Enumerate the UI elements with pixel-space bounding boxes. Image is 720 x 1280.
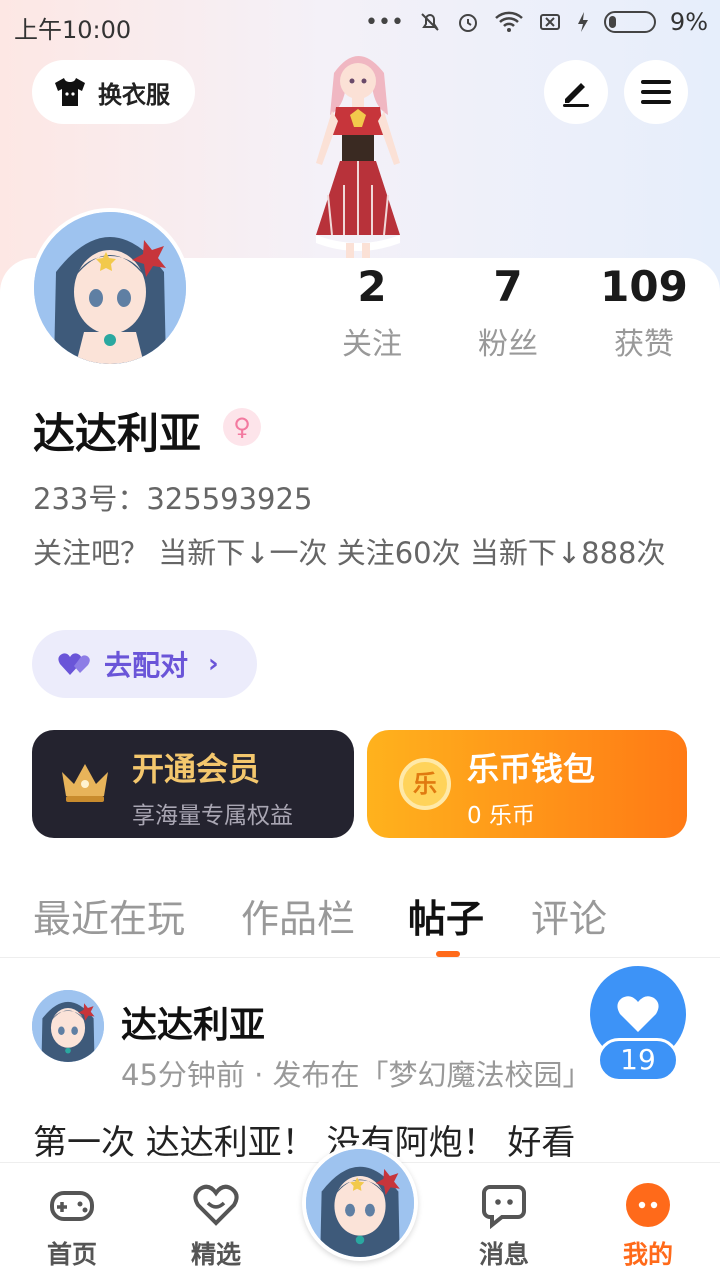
charging-icon xyxy=(577,12,588,32)
match-label: 去配对 xyxy=(104,649,189,682)
no-sim-icon xyxy=(539,14,560,30)
stat-likes-label: 获赞 xyxy=(614,327,674,362)
nav-messages[interactable]: 消息 xyxy=(454,1163,554,1280)
nav-messages-label: 消息 xyxy=(478,1240,529,1269)
wallet-card[interactable]: 乐 乐币钱包 0 乐币 xyxy=(367,730,687,838)
stat-likes-count: 109 xyxy=(600,262,688,311)
nav-me-label: 我的 xyxy=(622,1240,673,1269)
chevron-right-icon: › xyxy=(208,649,219,679)
nav-home-label: 首页 xyxy=(46,1240,97,1269)
pen-icon xyxy=(563,83,589,107)
tab-comments[interactable]: 评论 xyxy=(531,888,607,943)
mute-bell-icon xyxy=(421,13,439,31)
profile-tabs: 最近在玩 作品栏 帖子 评论 xyxy=(0,888,720,958)
heart-icon xyxy=(617,996,659,1032)
avatar-portrait xyxy=(34,212,186,364)
battery-icon xyxy=(603,11,656,33)
edit-profile-button[interactable] xyxy=(544,60,608,124)
stat-following-label: 关注 xyxy=(342,327,402,362)
nav-home[interactable]: 首页 xyxy=(22,1163,122,1280)
battery-level: 9% xyxy=(669,8,708,36)
nav-featured[interactable]: 精选 xyxy=(166,1163,266,1280)
more-dots-icon: ••• xyxy=(364,9,404,35)
post-author-name[interactable]: 达达利亚 xyxy=(121,996,265,1048)
female-icon: ♀ xyxy=(223,408,261,446)
nav-me[interactable]: 我的 xyxy=(598,1163,698,1280)
vip-membership-card[interactable]: 开通会员 享海量专属权益 xyxy=(32,730,354,838)
tab-active-indicator xyxy=(436,951,460,957)
center-avatar-button[interactable] xyxy=(302,1145,418,1261)
stat-likes[interactable]: 109 获赞 xyxy=(574,262,714,363)
status-bar: 上午10:00 ••• 9% xyxy=(0,0,720,50)
avatar-portrait xyxy=(32,990,104,1062)
menu-button[interactable] xyxy=(624,60,688,124)
change-outfit-label: 换衣服 xyxy=(98,80,170,109)
tab-posts[interactable]: 帖子 xyxy=(408,888,484,943)
vip-subtitle: 享海量专属权益 xyxy=(132,803,293,829)
status-icons: ••• 9% xyxy=(365,8,708,36)
hamburger-icon xyxy=(641,80,671,104)
tab-works[interactable]: 作品栏 xyxy=(241,888,355,943)
gamepad-icon xyxy=(50,1191,94,1221)
change-outfit-button[interactable]: 换衣服 xyxy=(32,60,195,124)
message-icon xyxy=(482,1185,526,1229)
tshirt-icon xyxy=(55,78,85,106)
crown-icon xyxy=(62,764,108,802)
stat-following[interactable]: 2 关注 xyxy=(302,262,442,363)
profile-bio: 关注吧？ 当新下↓一次 关注60次 当新下↓888次 xyxy=(33,536,666,570)
hearts-icon xyxy=(58,653,90,675)
character-avatar-figure[interactable] xyxy=(288,45,428,265)
avatar-portrait xyxy=(306,1149,414,1257)
stat-fans-label: 粉丝 xyxy=(478,327,538,362)
me-icon xyxy=(626,1183,670,1227)
wifi-icon xyxy=(495,11,523,32)
alarm-icon xyxy=(458,14,477,32)
status-time: 上午10:00 xyxy=(14,16,132,44)
profile-uid[interactable]: 233号：325593925 xyxy=(33,476,312,518)
nav-featured-label: 精选 xyxy=(190,1240,241,1269)
stat-fans[interactable]: 7 粉丝 xyxy=(438,262,578,363)
post-author-avatar[interactable] xyxy=(32,990,104,1062)
stat-following-count: 2 xyxy=(357,262,387,311)
wallet-title: 乐币钱包 xyxy=(467,750,596,788)
profile-name: 达达利亚 xyxy=(33,409,202,458)
wallet-balance: 0 乐币 xyxy=(467,803,535,829)
heart-chat-icon xyxy=(193,1184,239,1226)
vip-title: 开通会员 xyxy=(132,750,261,788)
profile-avatar[interactable] xyxy=(30,208,190,368)
post-meta: 45分钟前 · 发布在「梦幻魔法校园」 xyxy=(121,1058,591,1092)
like-count: 19 xyxy=(597,1038,679,1082)
tab-recently-played[interactable]: 最近在玩 xyxy=(33,888,185,943)
coin-icon: 乐 xyxy=(399,758,451,810)
match-button[interactable]: 去配对 › xyxy=(32,630,257,698)
stat-fans-count: 7 xyxy=(493,262,523,311)
